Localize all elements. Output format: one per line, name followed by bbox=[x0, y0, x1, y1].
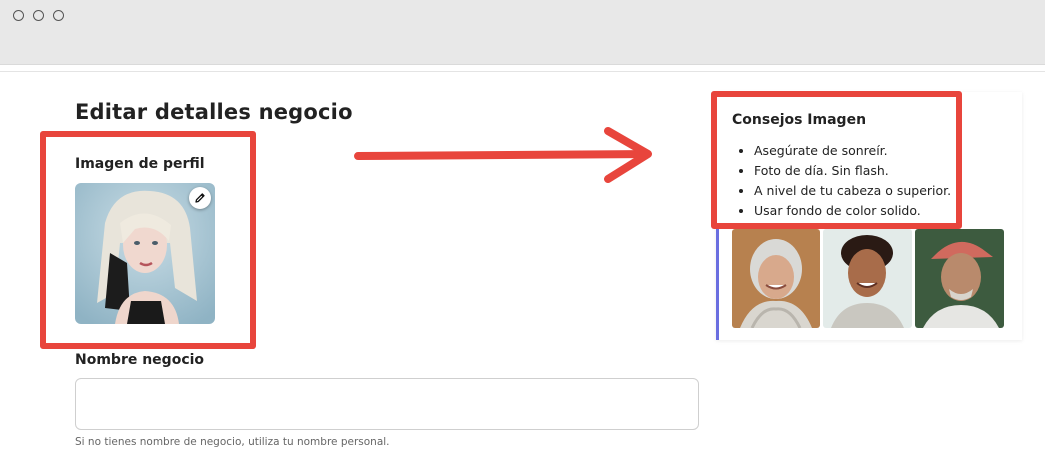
tips-accent-bar bbox=[716, 225, 719, 340]
window-maximize-dot[interactable] bbox=[53, 10, 64, 21]
business-name-input[interactable] bbox=[75, 378, 699, 430]
example-photo-man-cap bbox=[915, 229, 1004, 328]
window-minimize-dot[interactable] bbox=[33, 10, 44, 21]
window-titlebar bbox=[0, 0, 1045, 65]
annotation-box-profile-image bbox=[40, 131, 256, 349]
annotation-box-tips bbox=[711, 91, 962, 229]
annotation-arrow bbox=[354, 127, 652, 183]
business-name-label: Nombre negocio bbox=[75, 352, 205, 368]
window-close-dot[interactable] bbox=[13, 10, 24, 21]
business-name-helper-text: Si no tienes nombre de negocio, utiliza … bbox=[75, 436, 390, 448]
example-photo-man-curly bbox=[823, 229, 912, 328]
example-photo-woman bbox=[732, 229, 820, 328]
page-title: Editar detalles negocio bbox=[75, 100, 353, 124]
